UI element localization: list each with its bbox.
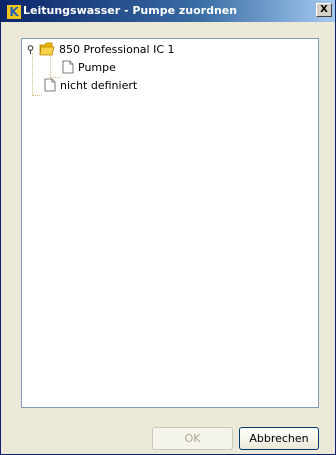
dialog-window: K Leitungswasser - Pumpe zuordnen X 850 … — [0, 0, 336, 455]
tree-connector — [50, 55, 51, 77]
tree-connector — [32, 53, 33, 95]
expander-icon[interactable] — [26, 44, 35, 54]
document-icon — [62, 60, 74, 74]
cancel-button[interactable]: Abbrechen — [239, 427, 319, 450]
close-button[interactable]: X — [316, 3, 332, 17]
tree-node-label: nicht definiert — [60, 78, 138, 92]
button-bar: OK Abbrechen — [1, 427, 335, 451]
k-logo-icon: K — [7, 5, 21, 19]
document-icon — [44, 78, 56, 92]
title-bar[interactable]: K Leitungswasser - Pumpe zuordnen X — [1, 0, 335, 22]
tree-node-pumpe[interactable]: Pumpe — [62, 59, 116, 75]
ok-button[interactable]: OK — [152, 427, 233, 450]
folder-open-icon — [39, 42, 55, 56]
tree-node-850-professional[interactable]: 850 Professional IC 1 — [26, 41, 175, 57]
window-title: Leitungswasser - Pumpe zuordnen — [23, 4, 238, 17]
tree-connector — [32, 95, 42, 96]
tree-node-label: Pumpe — [78, 60, 116, 74]
dialog-body: 850 Professional IC 1 Pumpe nicht defini… — [1, 22, 335, 454]
tree-node-label: 850 Professional IC 1 — [59, 42, 175, 56]
tree-node-nicht-definiert[interactable]: nicht definiert — [44, 77, 137, 93]
pump-tree[interactable]: 850 Professional IC 1 Pumpe nicht defini… — [21, 38, 319, 408]
